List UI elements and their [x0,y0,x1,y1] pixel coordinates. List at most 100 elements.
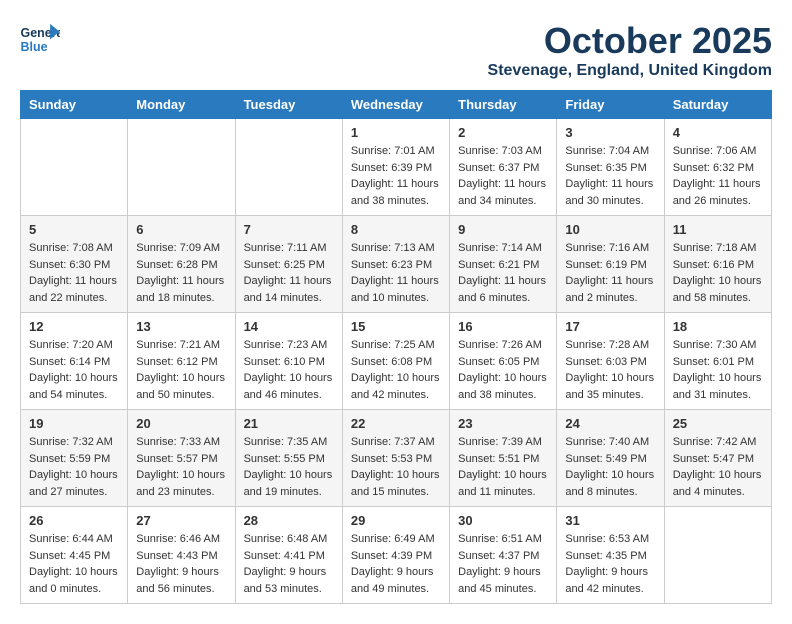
day-number: 5 [29,222,119,237]
cell-content-line: Sunrise: 7:08 AM [29,240,119,257]
cell-content-line: and 46 minutes. [244,387,334,404]
cell-content-line: Sunset: 6:30 PM [29,257,119,274]
calendar-cell: 31Sunrise: 6:53 AMSunset: 4:35 PMDayligh… [557,507,664,604]
cell-content-line: Daylight: 10 hours [29,370,119,387]
calendar-cell: 21Sunrise: 7:35 AMSunset: 5:55 PMDayligh… [235,410,342,507]
weekday-header-wednesday: Wednesday [342,91,449,119]
day-number: 1 [351,125,441,140]
day-number: 7 [244,222,334,237]
cell-content-line: Daylight: 9 hours [565,564,655,581]
day-number: 9 [458,222,548,237]
cell-content-line: Daylight: 10 hours [565,370,655,387]
cell-content-line: and 26 minutes. [673,193,763,210]
cell-content-line: Sunrise: 7:33 AM [136,434,226,451]
cell-content-line: Sunset: 6:21 PM [458,257,548,274]
calendar-cell: 17Sunrise: 7:28 AMSunset: 6:03 PMDayligh… [557,313,664,410]
calendar-cell: 1Sunrise: 7:01 AMSunset: 6:39 PMDaylight… [342,119,449,216]
calendar-cell: 28Sunrise: 6:48 AMSunset: 4:41 PMDayligh… [235,507,342,604]
calendar-cell: 15Sunrise: 7:25 AMSunset: 6:08 PMDayligh… [342,313,449,410]
title-area: October 2025 Stevenage, England, United … [488,20,772,80]
cell-content-line: Sunrise: 6:44 AM [29,531,119,548]
cell-content-line: Sunrise: 7:42 AM [673,434,763,451]
cell-content-line: Daylight: 10 hours [673,370,763,387]
cell-content-line: Sunset: 6:16 PM [673,257,763,274]
cell-content-line: Sunset: 6:28 PM [136,257,226,274]
calendar-cell: 11Sunrise: 7:18 AMSunset: 6:16 PMDayligh… [664,216,771,313]
calendar-cell [128,119,235,216]
day-number: 2 [458,125,548,140]
day-number: 11 [673,222,763,237]
cell-content-line: Sunrise: 6:51 AM [458,531,548,548]
cell-content-line: Sunrise: 7:11 AM [244,240,334,257]
cell-content-line: and 34 minutes. [458,193,548,210]
svg-text:Blue: Blue [21,40,48,54]
cell-content-line: Sunset: 6:03 PM [565,354,655,371]
cell-content-line: Sunrise: 7:06 AM [673,143,763,160]
weekday-header-thursday: Thursday [450,91,557,119]
cell-content-line: Sunset: 6:12 PM [136,354,226,371]
calendar-cell: 23Sunrise: 7:39 AMSunset: 5:51 PMDayligh… [450,410,557,507]
cell-content-line: and 38 minutes. [351,193,441,210]
logo-icon: General Blue [20,20,60,55]
calendar-cell [235,119,342,216]
cell-content-line: Sunset: 6:01 PM [673,354,763,371]
cell-content-line: Sunset: 6:37 PM [458,160,548,177]
cell-content-line: and 45 minutes. [458,581,548,598]
calendar-cell: 12Sunrise: 7:20 AMSunset: 6:14 PMDayligh… [21,313,128,410]
calendar-cell: 16Sunrise: 7:26 AMSunset: 6:05 PMDayligh… [450,313,557,410]
day-number: 21 [244,416,334,431]
cell-content-line: Sunrise: 6:46 AM [136,531,226,548]
cell-content-line: Sunrise: 7:13 AM [351,240,441,257]
calendar-cell: 24Sunrise: 7:40 AMSunset: 5:49 PMDayligh… [557,410,664,507]
cell-content-line: and 19 minutes. [244,484,334,501]
calendar-cell [21,119,128,216]
cell-content-line: Daylight: 10 hours [458,467,548,484]
cell-content-line: Daylight: 10 hours [29,467,119,484]
logo: General Blue [20,20,64,55]
cell-content-line: and 50 minutes. [136,387,226,404]
cell-content-line: Daylight: 10 hours [244,467,334,484]
cell-content-line: Sunset: 6:35 PM [565,160,655,177]
weekday-header-monday: Monday [128,91,235,119]
cell-content-line: and 31 minutes. [673,387,763,404]
cell-content-line: and 30 minutes. [565,193,655,210]
cell-content-line: and 14 minutes. [244,290,334,307]
day-number: 27 [136,513,226,528]
calendar-cell [664,507,771,604]
cell-content-line: and 42 minutes. [565,581,655,598]
cell-content-line: Sunrise: 7:01 AM [351,143,441,160]
day-number: 15 [351,319,441,334]
month-title: October 2025 [488,20,772,62]
cell-content-line: and 6 minutes. [458,290,548,307]
cell-content-line: Sunset: 6:25 PM [244,257,334,274]
day-number: 23 [458,416,548,431]
cell-content-line: and 2 minutes. [565,290,655,307]
day-number: 19 [29,416,119,431]
cell-content-line: Daylight: 11 hours [673,176,763,193]
cell-content-line: Sunrise: 7:03 AM [458,143,548,160]
calendar-cell: 18Sunrise: 7:30 AMSunset: 6:01 PMDayligh… [664,313,771,410]
calendar-cell: 27Sunrise: 6:46 AMSunset: 4:43 PMDayligh… [128,507,235,604]
cell-content-line: Sunrise: 7:28 AM [565,337,655,354]
weekday-header-saturday: Saturday [664,91,771,119]
cell-content-line: Sunrise: 6:49 AM [351,531,441,548]
cell-content-line: Sunset: 6:08 PM [351,354,441,371]
cell-content-line: Sunset: 6:39 PM [351,160,441,177]
cell-content-line: Sunset: 5:57 PM [136,451,226,468]
cell-content-line: Sunrise: 7:20 AM [29,337,119,354]
cell-content-line: Daylight: 9 hours [458,564,548,581]
cell-content-line: Sunset: 6:14 PM [29,354,119,371]
day-number: 6 [136,222,226,237]
cell-content-line: and 58 minutes. [673,290,763,307]
cell-content-line: and 35 minutes. [565,387,655,404]
cell-content-line: and 27 minutes. [29,484,119,501]
cell-content-line: Sunset: 4:39 PM [351,548,441,565]
calendar-cell: 8Sunrise: 7:13 AMSunset: 6:23 PMDaylight… [342,216,449,313]
cell-content-line: Sunrise: 7:16 AM [565,240,655,257]
cell-content-line: and 18 minutes. [136,290,226,307]
cell-content-line: Sunset: 6:19 PM [565,257,655,274]
cell-content-line: and 4 minutes. [673,484,763,501]
weekday-header-sunday: Sunday [21,91,128,119]
cell-content-line: Sunset: 4:35 PM [565,548,655,565]
day-number: 8 [351,222,441,237]
